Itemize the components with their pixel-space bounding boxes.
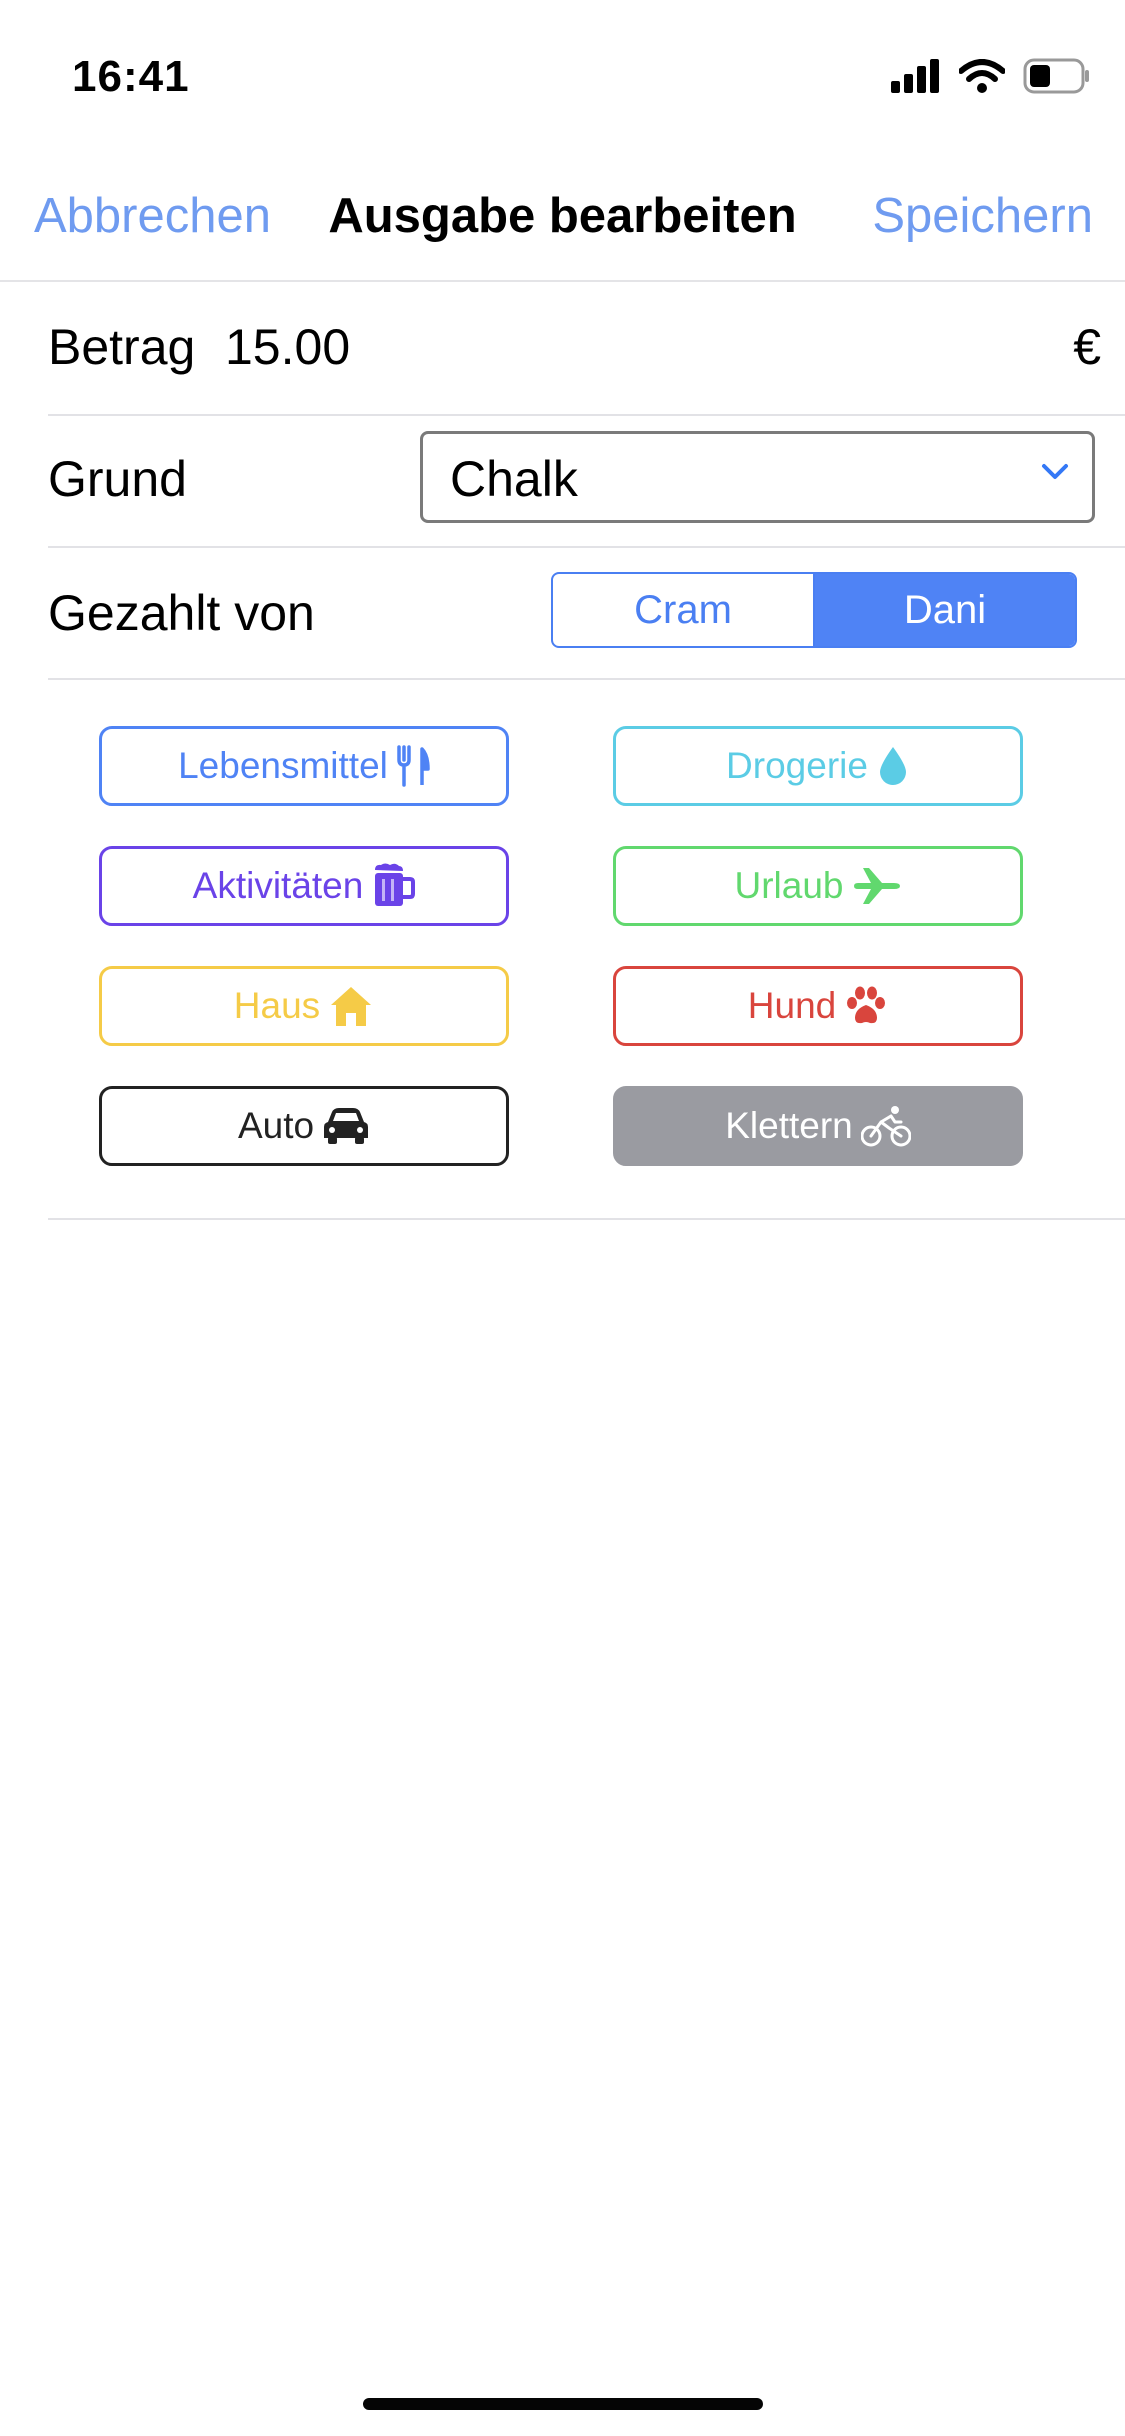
droplet-icon [879, 747, 906, 785]
segment-cram[interactable]: Cram [553, 574, 813, 646]
category-grid: Lebensmittel Drogerie Aktivitäten Urlaub… [48, 678, 1125, 1220]
category-haus-button[interactable]: Haus [99, 966, 509, 1046]
category-hund-button[interactable]: Hund [613, 966, 1023, 1046]
airplane-icon [853, 868, 900, 904]
cancel-button[interactable]: Abbrechen [34, 188, 271, 244]
car-icon [324, 1108, 369, 1144]
beer-mug-icon [375, 863, 416, 906]
battery-icon [1023, 58, 1089, 94]
paid-by-segmented-control[interactable]: Cram Dani [551, 572, 1077, 648]
status-time: 16:41 [72, 52, 190, 101]
save-button[interactable]: Speichern [872, 188, 1093, 244]
bicycle-icon [860, 1106, 911, 1147]
category-auto-button[interactable]: Auto [99, 1086, 509, 1166]
wifi-icon [959, 59, 1005, 93]
category-label: Aktivitäten [192, 865, 364, 906]
category-klettern-button[interactable]: Klettern [613, 1086, 1023, 1166]
category-label: Urlaub [734, 865, 844, 906]
reason-label: Grund [48, 451, 187, 507]
category-label: Haus [233, 985, 321, 1026]
segment-dani[interactable]: Dani [813, 574, 1075, 646]
status-icons [891, 58, 1091, 94]
fork-knife-icon [397, 745, 430, 787]
category-lebensmittel-button[interactable]: Lebensmittel [99, 726, 509, 806]
paid-by-row: Gezahlt von Cram Dani [48, 546, 1125, 680]
amount-input[interactable]: 15.00 [225, 318, 350, 376]
category-label: Klettern [725, 1105, 853, 1146]
amount-row: Betrag 15.00 € [48, 282, 1125, 416]
category-label: Drogerie [726, 745, 868, 786]
paw-icon [847, 986, 886, 1024]
category-aktivitaeten-button[interactable]: Aktivitäten [99, 846, 509, 926]
house-icon [331, 987, 372, 1026]
reason-selected-value: Chalk [450, 451, 578, 507]
signal-icon [891, 59, 939, 93]
paid-by-label: Gezahlt von [48, 585, 315, 641]
currency-symbol: € [1073, 319, 1101, 375]
category-label: Lebensmittel [178, 745, 388, 786]
amount-label: Betrag [48, 319, 196, 375]
category-urlaub-button[interactable]: Urlaub [613, 846, 1023, 926]
home-indicator[interactable] [363, 2398, 763, 2410]
chevron-down-icon [1042, 464, 1068, 479]
category-label: Hund [747, 985, 837, 1026]
navigation-bar: Ausgabe bearbeiten Abbrechen Speichern [0, 170, 1125, 282]
category-label: Auto [237, 1105, 315, 1146]
status-bar: 16:41 [0, 0, 1125, 150]
reason-dropdown[interactable]: Chalk [420, 431, 1095, 523]
reason-row: Grund Chalk [48, 414, 1125, 548]
category-drogerie-button[interactable]: Drogerie [613, 726, 1023, 806]
